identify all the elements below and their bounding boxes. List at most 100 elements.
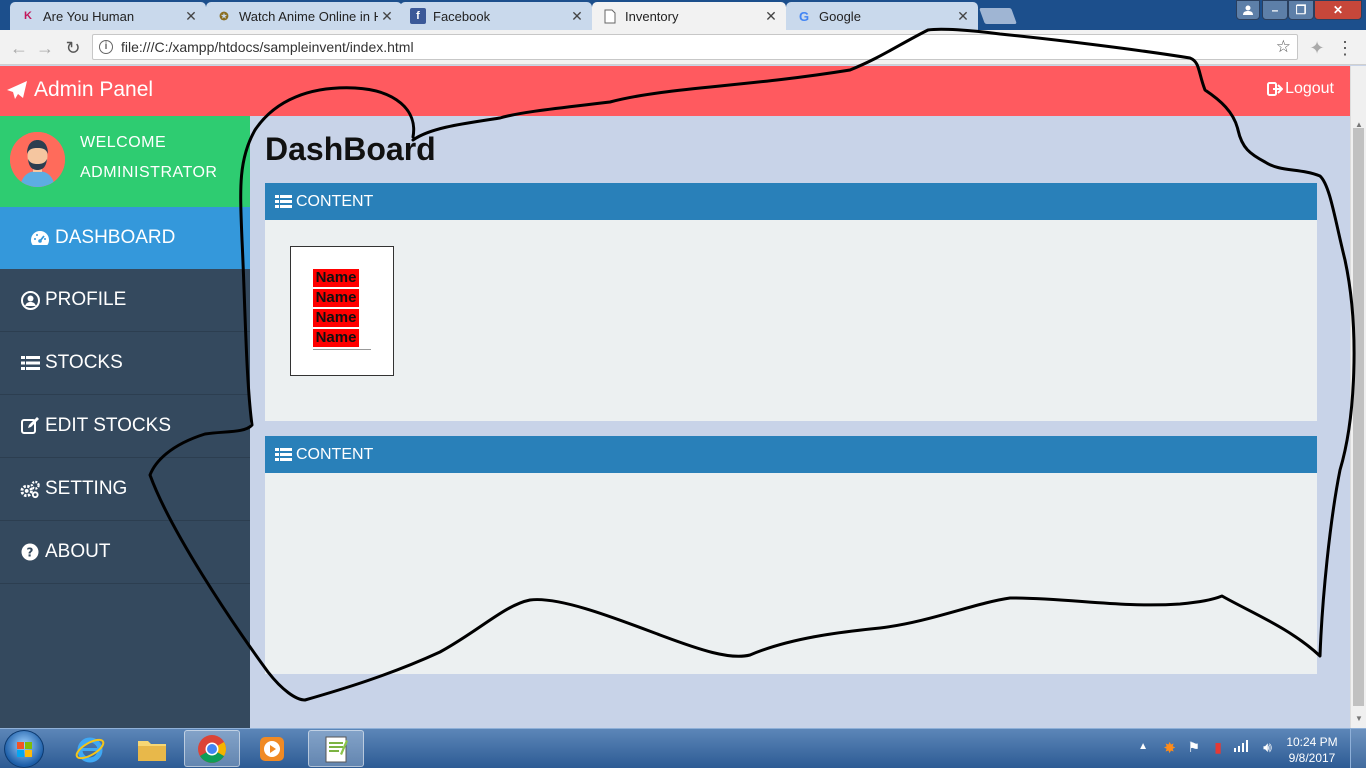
sidebar-item-stocks[interactable]: STOCKS — [0, 332, 250, 395]
app-tray-icon[interactable]: ✸ — [1163, 739, 1176, 757]
address-bar[interactable]: i file:///C:/xampp/htdocs/sampleinvent/i… — [92, 34, 1298, 60]
gears-icon — [20, 479, 40, 499]
close-icon[interactable]: ✕ — [182, 8, 200, 25]
brand[interactable]: Admin Panel — [6, 78, 153, 102]
panel-header: CONTENT — [265, 183, 1317, 220]
chrome-icon[interactable] — [184, 730, 240, 767]
main-content: DashBoard CONTENT Name Name Name Name CO… — [250, 116, 1332, 728]
list-icon — [20, 353, 40, 373]
content-panel-2: CONTENT — [265, 436, 1317, 674]
name-row: Name — [313, 309, 359, 327]
show-hidden-icons-icon[interactable]: ▲ — [1138, 741, 1148, 752]
start-button[interactable] — [4, 730, 44, 768]
notepad-plus-icon[interactable] — [308, 730, 364, 767]
show-desktop-button[interactable] — [1350, 729, 1366, 768]
logout-label: Logout — [1285, 80, 1334, 97]
sidebar-item-label: EDIT STOCKS — [45, 415, 171, 436]
forward-arrow-icon[interactable]: → — [34, 37, 56, 59]
new-tab-button[interactable] — [979, 8, 1017, 24]
svg-text:?: ? — [27, 546, 34, 560]
name-row: Name — [313, 269, 359, 287]
dashboard-icon — [30, 228, 50, 248]
sidebar-item-profile[interactable]: PROFILE — [0, 269, 250, 332]
tab-inventory[interactable]: Inventory ✕ — [592, 2, 786, 30]
menu-icon[interactable]: ⋮ — [1334, 37, 1356, 59]
clock-time: 10:24 PM — [1286, 735, 1338, 749]
volume-icon[interactable]: 🔊︎ — [1263, 739, 1272, 756]
stock-thumbnail[interactable]: Name Name Name Name — [290, 246, 394, 376]
clock-date: 9/8/2017 — [1288, 751, 1336, 765]
close-icon[interactable]: ✕ — [378, 8, 396, 25]
close-icon[interactable]: ✕ — [762, 8, 780, 25]
question-circle-icon: ? — [20, 542, 40, 562]
close-window-button[interactable]: ✕ — [1314, 0, 1362, 20]
internet-explorer-icon[interactable] — [62, 730, 118, 767]
sidebar-item-dashboard[interactable]: DASHBOARD — [0, 207, 250, 269]
browser-tab-strip: K Are You Human ✕ ✪ Watch Anime Online i… — [0, 0, 1366, 30]
reload-icon[interactable]: ↻ — [62, 37, 84, 59]
back-arrow-icon[interactable]: ← — [8, 37, 30, 59]
panel-header: CONTENT — [265, 436, 1317, 473]
page-title: DashBoard — [265, 131, 436, 167]
facebook-icon: f — [410, 8, 426, 24]
tab-are-you-human[interactable]: K Are You Human ✕ — [10, 2, 206, 30]
panel-title: CONTENT — [296, 192, 374, 210]
tab-label: Inventory — [625, 8, 679, 24]
paper-plane-icon — [7, 81, 27, 99]
minimize-button[interactable]: – — [1262, 0, 1288, 20]
sidebar: WELCOME ADMINISTRATOR DASHBOARD PROFILE … — [0, 116, 250, 728]
role-label: ADMINISTRATOR — [80, 164, 218, 181]
user-circle-icon — [20, 290, 40, 310]
sidebar-item-about[interactable]: ? ABOUT — [0, 521, 250, 584]
welcome-label: WELCOME — [80, 134, 167, 151]
sidebar-item-edit-stocks[interactable]: EDIT STOCKS — [0, 395, 250, 458]
bookmark-star-icon[interactable]: ☆ — [1276, 37, 1291, 57]
google-icon: G — [798, 8, 810, 24]
sign-out-icon — [1267, 82, 1284, 96]
tab-watch-anime[interactable]: ✪ Watch Anime Online in H ✕ — [206, 2, 402, 30]
tab-google[interactable]: G Google ✕ — [786, 2, 978, 30]
list-icon — [275, 194, 292, 208]
clock[interactable]: 10:24 PM 9/8/2017 — [1282, 734, 1342, 766]
tab-facebook[interactable]: f Facebook ✕ — [400, 2, 592, 30]
sidebar-item-label: PROFILE — [45, 289, 127, 310]
list-icon — [275, 447, 292, 461]
edit-icon — [20, 416, 40, 436]
page-icon — [602, 8, 618, 24]
user-profile-button[interactable] — [1236, 0, 1260, 20]
flag-icon[interactable]: ⚑ — [1187, 739, 1200, 756]
sidebar-item-label: DASHBOARD — [55, 227, 176, 248]
logout-link[interactable]: Logout — [1267, 80, 1334, 98]
avatar — [10, 132, 65, 187]
battery-warning-icon[interactable]: ▮ — [1214, 739, 1222, 756]
sidebar-item-label: ABOUT — [45, 541, 111, 562]
sidebar-item-setting[interactable]: SETTING — [0, 458, 250, 521]
more-indicator — [313, 349, 371, 353]
close-icon[interactable]: ✕ — [568, 8, 586, 25]
info-icon[interactable]: i — [99, 40, 113, 54]
name-row: Name — [313, 289, 359, 307]
welcome-box: WELCOME ADMINISTRATOR — [0, 116, 250, 207]
k-logo-icon: K — [24, 10, 32, 22]
brand-title: Admin Panel — [34, 78, 154, 101]
sidebar-item-label: STOCKS — [45, 352, 123, 373]
windows-taskbar: ▲ ✸ ⚑ ▮ 🔊︎ 10:24 PM 9/8/2017 — [0, 728, 1366, 768]
tab-label: Watch Anime Online in H — [239, 8, 378, 24]
media-player-icon[interactable] — [244, 730, 300, 767]
sidebar-item-label: SETTING — [45, 478, 128, 499]
anime-site-icon: ✪ — [219, 10, 229, 23]
network-icon[interactable] — [1234, 740, 1248, 755]
browser-toolbar: ← → ↻ i file:///C:/xampp/htdocs/samplein… — [0, 30, 1366, 65]
tab-label: Are You Human — [43, 8, 135, 24]
file-explorer-icon[interactable] — [124, 730, 180, 767]
scrollbar-thumb[interactable] — [1353, 128, 1364, 706]
scroll-down-arrow-icon[interactable]: ▼ — [1351, 714, 1366, 723]
panel-title: CONTENT — [296, 445, 374, 463]
maximize-button[interactable]: ❐ — [1288, 0, 1314, 20]
tab-label: Google — [819, 8, 861, 24]
vertical-scrollbar[interactable]: ▲ ▼ — [1350, 66, 1366, 728]
url-text: file:///C:/xampp/htdocs/sampleinvent/ind… — [121, 39, 414, 55]
extension-icon[interactable]: ✦ — [1306, 37, 1328, 59]
name-row: Name — [313, 329, 359, 347]
close-icon[interactable]: ✕ — [954, 8, 972, 25]
